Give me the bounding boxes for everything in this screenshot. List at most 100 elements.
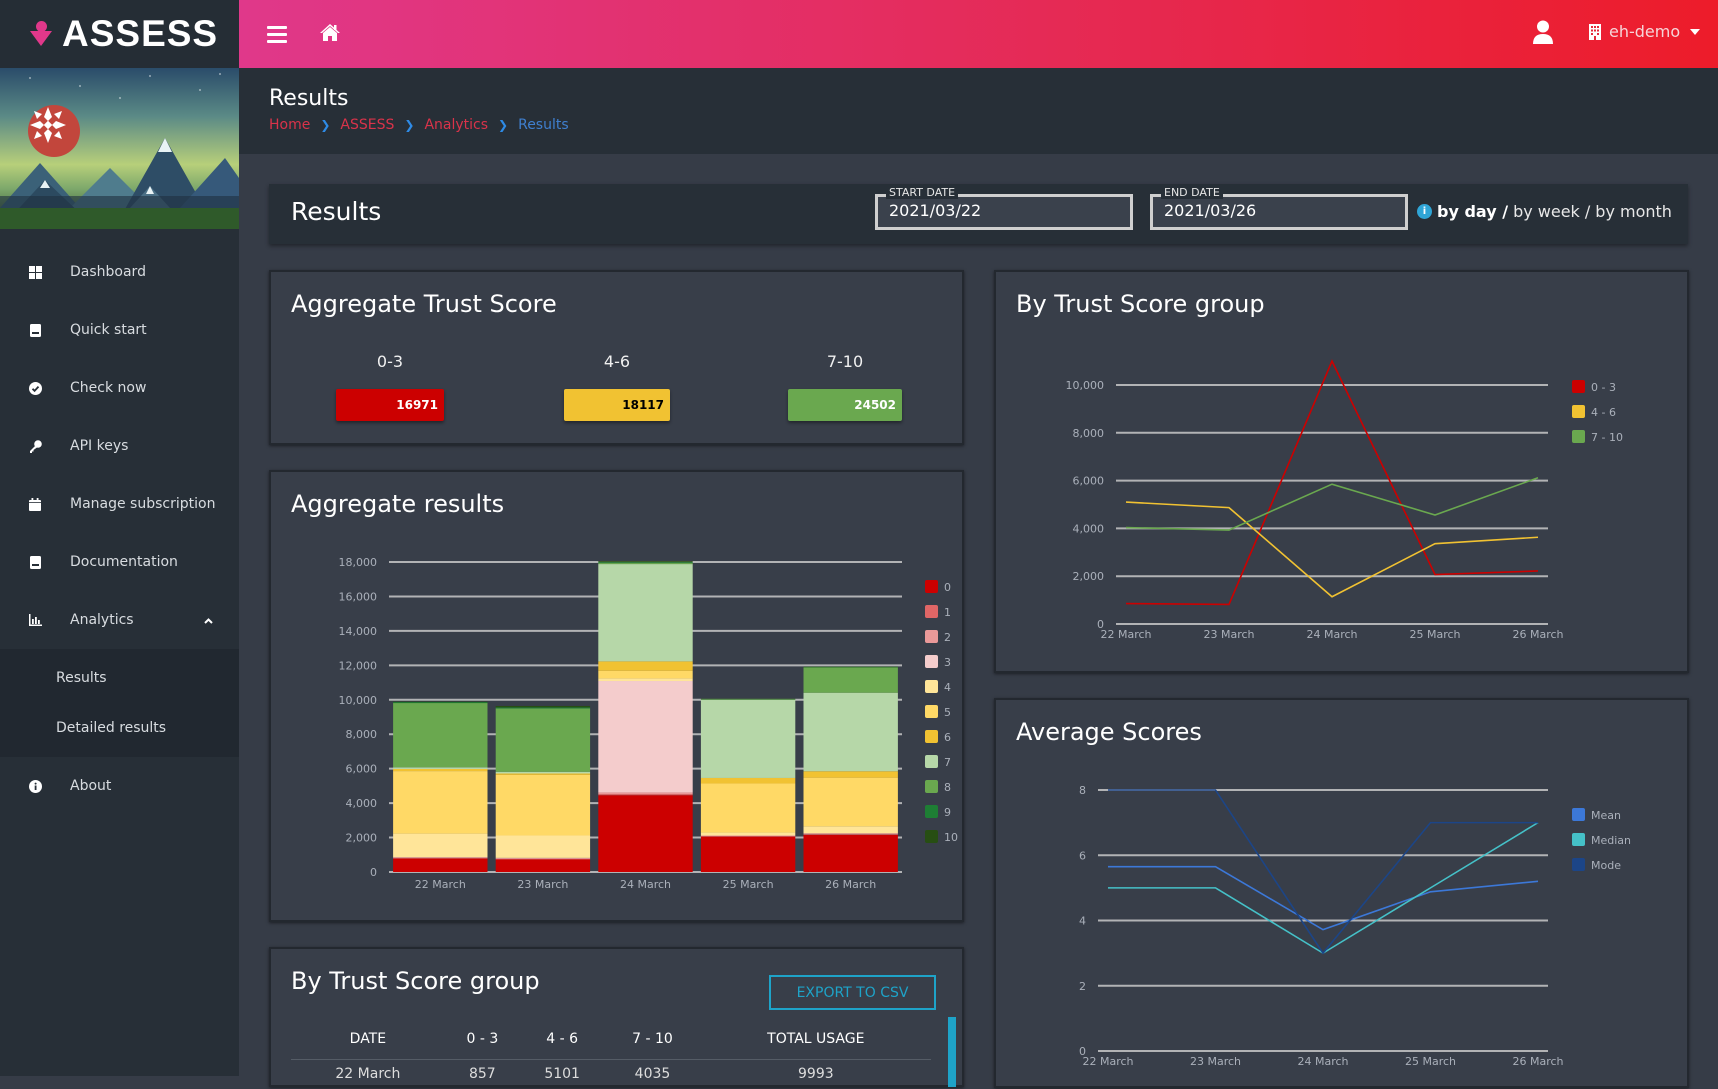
sidebar-item-analytics[interactable]: Analytics	[0, 591, 239, 649]
x-tick-label: 26 March	[825, 878, 876, 891]
start-date-label: START DATE	[886, 187, 959, 199]
column-header-date[interactable]: DATE	[291, 1019, 445, 1060]
legend-swatch	[925, 705, 938, 718]
cell-4-6: 5101	[544, 1066, 580, 1083]
trust-group-count-badge: 24502	[788, 389, 902, 421]
x-tick-label: 23 March	[517, 878, 568, 891]
sidebar-subitem-detailed-results[interactable]: Detailed results	[0, 703, 239, 753]
bar-segment	[598, 681, 693, 793]
org-avatar[interactable]	[28, 105, 80, 157]
info-icon[interactable]: i	[1417, 204, 1432, 219]
bar-segment	[803, 666, 898, 668]
legend-label: 5	[944, 706, 951, 719]
end-date-field[interactable]: END DATE	[1150, 187, 1408, 230]
start-date-input[interactable]	[889, 201, 1119, 220]
bar-segment	[393, 767, 488, 770]
bar-segment	[495, 771, 591, 774]
sidebar-item-manage-subscription[interactable]: Manage subscription	[0, 475, 239, 533]
table-scrollbar[interactable]	[948, 1017, 956, 1087]
x-tick-label: 26 March	[1512, 1055, 1563, 1068]
x-tick-label: 24 March	[1297, 1055, 1348, 1068]
check-circle-icon	[28, 381, 42, 395]
period-by-month[interactable]: by month	[1595, 202, 1672, 221]
y-tick-label: 8,000	[346, 728, 378, 741]
bar-segment	[598, 563, 693, 565]
sidebar-item-documentation[interactable]: Documentation	[0, 533, 239, 591]
sidebar-subitem-results[interactable]: Results	[0, 653, 239, 703]
trust-group-label: 0-3	[376, 352, 404, 371]
x-tick-label: 24 March	[620, 878, 671, 891]
bar-segment	[700, 836, 796, 837]
y-tick-label: 10,000	[1066, 379, 1105, 392]
legend-swatch	[925, 830, 938, 843]
bar-segment	[393, 858, 488, 872]
legend-label: 10	[944, 831, 958, 844]
home-icon[interactable]	[319, 23, 341, 46]
legend-label: 7	[944, 756, 951, 769]
bar-segment	[803, 834, 898, 872]
period-by-day[interactable]: by day /	[1437, 202, 1508, 221]
cell-date: 22 March	[335, 1066, 401, 1083]
bar-segment	[393, 858, 488, 859]
legend-label: 2	[944, 631, 951, 644]
legend-swatch	[1572, 380, 1585, 393]
sidebar-item-api-keys[interactable]: API keys	[0, 417, 239, 475]
trust-group-0-3: 0-3 16971	[315, 352, 465, 421]
sidebar-item-label: Documentation	[70, 554, 178, 570]
user-profile-icon[interactable]	[1532, 20, 1554, 49]
breadcrumb-home[interactable]: Home	[269, 117, 310, 133]
bar-segment	[393, 701, 488, 703]
brand-name: ASSESS	[62, 13, 219, 54]
export-csv-button[interactable]: EXPORT TO CSV	[769, 975, 936, 1010]
column-header-0-3[interactable]: 0 - 3	[444, 1019, 520, 1060]
table-header-row: DATE 0 - 3 4 - 6 7 - 10 TOTAL USAGE	[291, 1019, 931, 1060]
start-date-field[interactable]: START DATE	[875, 187, 1133, 230]
trust-group-label: 4-6	[603, 352, 631, 371]
sidebar-banner	[0, 68, 239, 229]
sidebar-item-quick-start[interactable]: Quick start	[0, 301, 239, 359]
menu-toggle-icon[interactable]	[267, 25, 287, 43]
trust-score-group-line-chart: 02,0004,0006,0008,00010,00022 March 23 Ma…	[1066, 359, 1623, 641]
aggregate-trust-score-card: Aggregate Trust Score 0-3 16971 4-6 1811…	[269, 270, 964, 445]
sidebar-item-about[interactable]: About	[0, 757, 239, 815]
legend-label: 8	[944, 781, 951, 794]
org-logo-icon	[30, 107, 66, 143]
legend-label: Mode	[1591, 859, 1621, 872]
legend-swatch	[925, 755, 938, 768]
bar-segment	[393, 769, 488, 772]
period-by-week[interactable]: by week /	[1513, 202, 1590, 221]
building-icon	[1589, 23, 1601, 40]
legend-label: 0	[944, 581, 951, 594]
chevron-right-icon: ❯	[498, 118, 509, 132]
results-heading: Results	[291, 197, 382, 226]
series-line	[1125, 476, 1539, 531]
sidebar-item-check-now[interactable]: Check now	[0, 359, 239, 417]
bar-segment	[393, 771, 488, 834]
sidebar-item-dashboard[interactable]: Dashboard	[0, 243, 239, 301]
bar-segment	[700, 777, 796, 784]
end-date-input[interactable]	[1164, 201, 1394, 220]
org-selector-dropdown[interactable]: eh-demo	[1589, 22, 1701, 41]
column-header-7-10[interactable]: 7 - 10	[604, 1019, 701, 1060]
column-header-4-6[interactable]: 4 - 6	[519, 1019, 605, 1060]
legend-swatch	[1572, 833, 1585, 846]
bar-segment	[495, 708, 591, 772]
column-header-total-usage[interactable]: TOTAL USAGE	[700, 1019, 931, 1060]
brand-logo[interactable]: ASSESS	[0, 0, 239, 68]
bar-segment	[803, 833, 898, 835]
bar-segment	[700, 832, 796, 836]
average-scores-line-chart: 0246822 March 23 March 24 March 25 March 26 …	[1079, 784, 1631, 1068]
breadcrumb-analytics[interactable]: Analytics	[424, 117, 488, 133]
legend-swatch	[925, 780, 938, 793]
legend-swatch	[925, 730, 938, 743]
bar-segment	[598, 670, 693, 679]
legend-swatch	[925, 605, 938, 618]
y-tick-label: 18,000	[339, 556, 378, 569]
org-name: eh-demo	[1609, 22, 1681, 41]
x-tick-label: 22 March	[415, 878, 466, 891]
y-tick-label: 0	[370, 866, 377, 879]
results-filter-bar: Results START DATE END DATE i by day / b…	[269, 184, 1688, 244]
chevron-up-icon[interactable]	[204, 614, 213, 627]
y-tick-label: 6,000	[1073, 475, 1105, 488]
breadcrumb-assess[interactable]: ASSESS	[340, 117, 394, 133]
